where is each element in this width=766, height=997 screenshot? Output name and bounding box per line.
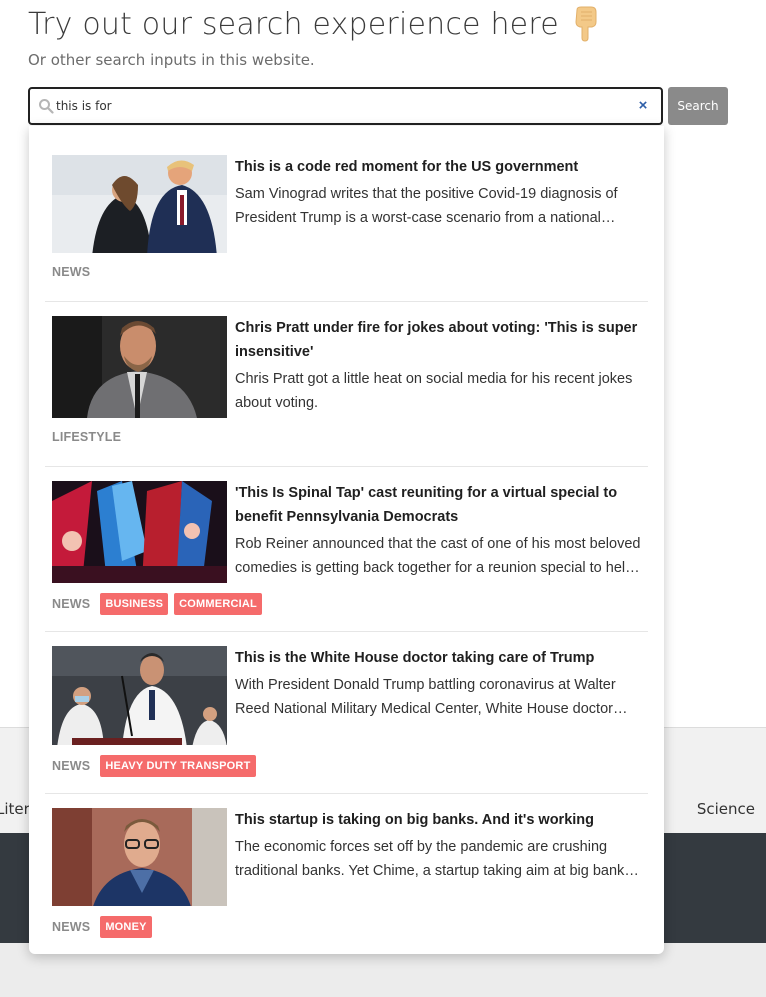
result-tags: LIFESTYLE <box>52 430 125 444</box>
result-summary: With President Donald Trump battling cor… <box>235 677 616 717</box>
result-tags: NEWS BUSINESS COMMERCIAL <box>52 593 262 615</box>
result-category: NEWS <box>52 265 91 279</box>
result-category: NEWS <box>52 597 91 611</box>
result-item[interactable]: This startup is taking on big banks. And… <box>45 794 648 954</box>
result-tag[interactable]: COMMERCIAL <box>174 593 262 615</box>
result-thumbnail <box>52 481 227 583</box>
result-text: Chris Pratt under fire for jokes about v… <box>235 316 645 415</box>
result-tags: NEWS <box>52 265 94 279</box>
result-text: This startup is taking on big banks. And… <box>235 808 645 883</box>
search-button[interactable]: Search <box>668 87 728 125</box>
result-thumbnail <box>52 316 227 418</box>
search-input[interactable] <box>56 95 616 117</box>
page-title: Try out our search experience here <box>28 6 559 42</box>
search-icon <box>38 98 54 114</box>
result-item[interactable]: Chris Pratt under fire for jokes about v… <box>45 302 648 466</box>
result-tag[interactable]: MONEY <box>100 916 152 938</box>
result-text: This is a code red moment for the US gov… <box>235 155 645 230</box>
result-item[interactable]: This is the White House doctor taking ca… <box>45 632 648 793</box>
result-tags: NEWS HEAVY DUTY TRANSPORT <box>52 755 256 777</box>
result-category: LIFESTYLE <box>52 430 122 444</box>
result-item[interactable]: This is a code red moment for the US gov… <box>45 126 648 301</box>
result-title[interactable]: Chris Pratt under fire for jokes about v… <box>235 316 645 364</box>
result-summary: Sam Vinograd writes that the positive Co… <box>235 186 618 226</box>
result-summary: The economic forces set off by the pande… <box>235 839 636 879</box>
heading-row: Try out our search experience here <box>28 4 599 44</box>
result-text: This is the White House doctor taking ca… <box>235 646 645 721</box>
result-tag[interactable]: HEAVY DUTY TRANSPORT <box>100 755 256 777</box>
result-summary: Chris Pratt got a little heat on social … <box>235 371 633 411</box>
page-subtitle: Or other search inputs in this website. <box>28 51 315 69</box>
result-thumbnail <box>52 646 227 745</box>
result-category: NEWS <box>52 920 91 934</box>
pointing-down-hand-icon <box>571 6 599 42</box>
result-tags: NEWS MONEY <box>52 916 152 938</box>
result-thumbnail <box>52 808 227 906</box>
result-item[interactable]: 'This Is Spinal Tap' cast reuniting for … <box>45 467 648 631</box>
result-category: NEWS <box>52 759 91 773</box>
clear-icon[interactable]: × <box>635 98 651 114</box>
search-results-dropdown: This is a code red moment for the US gov… <box>29 126 664 954</box>
result-summary: Rob Reiner announced that the cast of on… <box>235 536 641 576</box>
result-title[interactable]: This startup is taking on big banks. And… <box>235 808 645 832</box>
result-title[interactable]: 'This Is Spinal Tap' cast reuniting for … <box>235 481 645 529</box>
search-box[interactable]: × <box>28 87 663 125</box>
nav-item-science[interactable]: Science <box>697 800 755 818</box>
nav-item-literature[interactable]: Liter <box>0 800 30 818</box>
result-tag[interactable]: BUSINESS <box>100 593 169 615</box>
result-text: 'This Is Spinal Tap' cast reuniting for … <box>235 481 645 580</box>
result-thumbnail <box>52 155 227 253</box>
result-title[interactable]: This is the White House doctor taking ca… <box>235 646 645 670</box>
result-title[interactable]: This is a code red moment for the US gov… <box>235 155 645 179</box>
